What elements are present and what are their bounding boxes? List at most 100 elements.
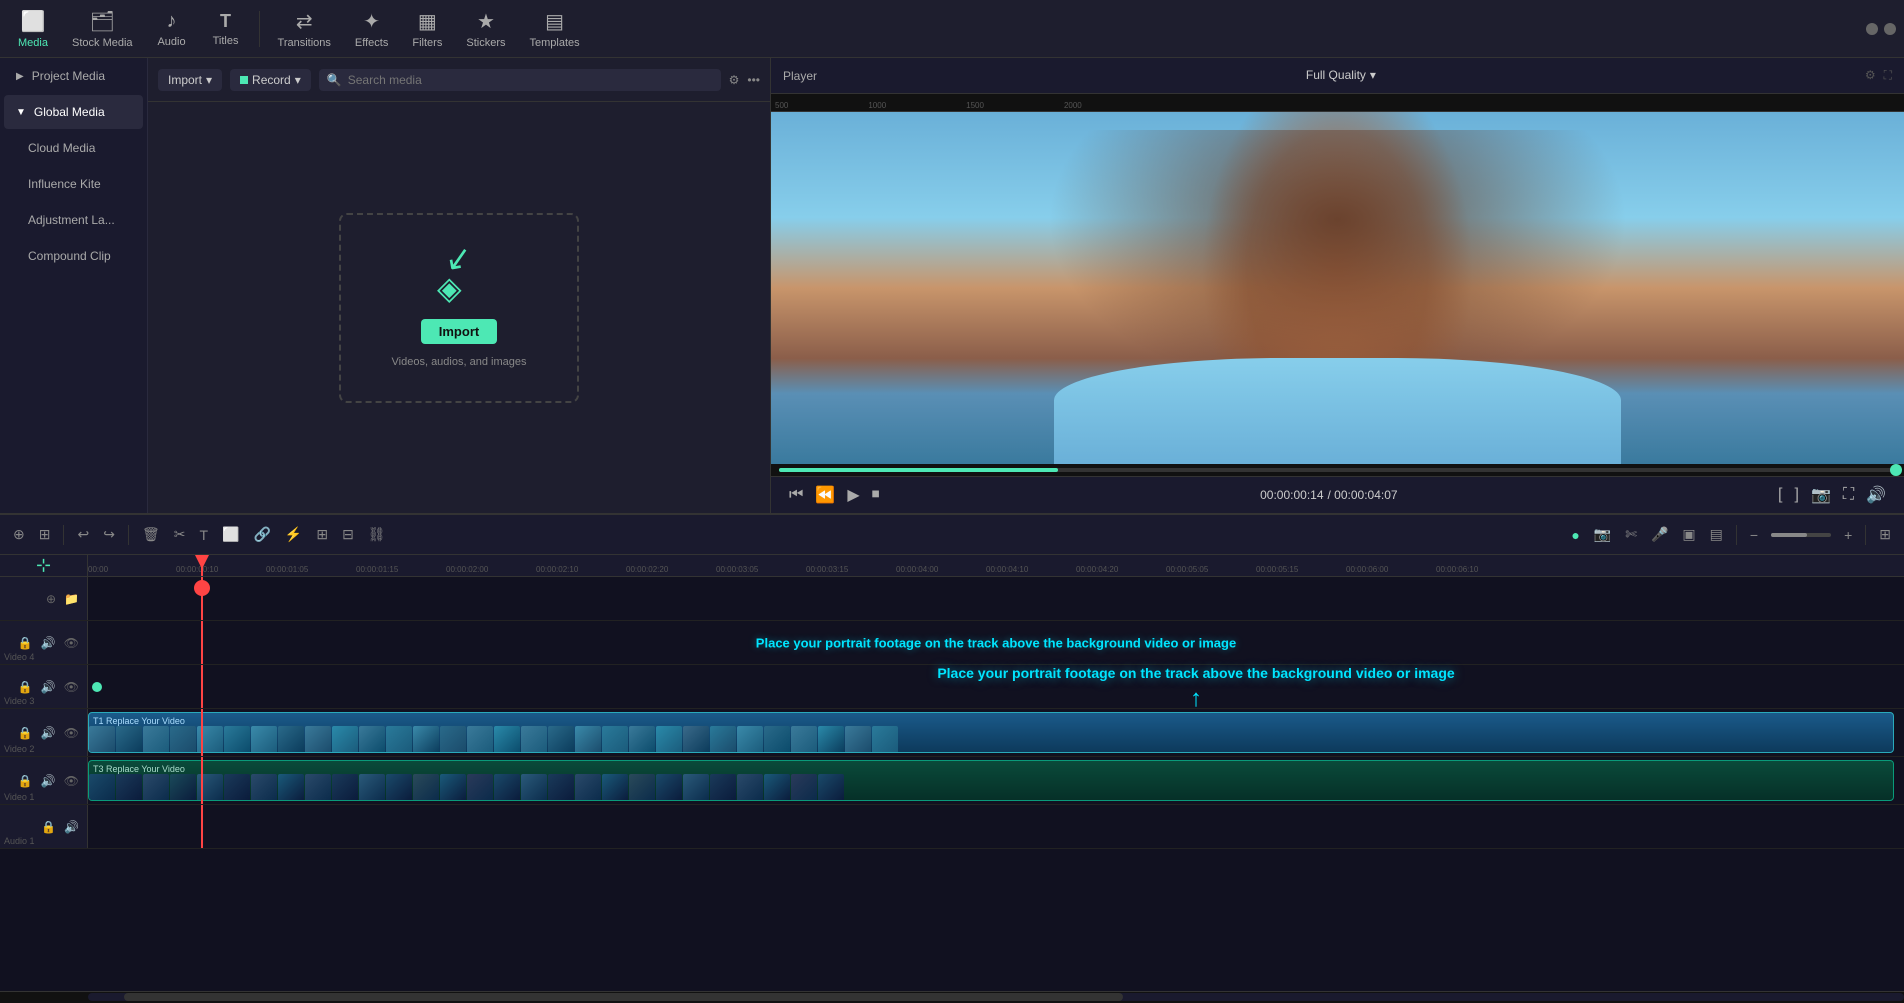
minimize-btn[interactable] [1866,23,1878,35]
track-lock4-icon[interactable]: 🔒 [16,772,35,790]
sidebar-item-global-media[interactable]: ▼ Global Media [4,95,143,129]
stop-button[interactable]: ⏹ [870,484,882,506]
fullscreen-button[interactable]: ⛶ [1841,484,1856,506]
templates-icon: ▤ [545,9,564,34]
track-audio2-icon[interactable]: 🔊 [39,678,58,696]
titles-icon: T [220,11,231,32]
timeline-mic-button[interactable]: 🎤 [1646,522,1673,547]
track-audio3-icon[interactable]: 🔊 [39,724,58,742]
dropdown-arrow-icon: ▾ [206,73,212,87]
timeline-grid-button[interactable]: ⊞ [1874,522,1896,547]
player-settings-icon[interactable]: ⚙ [1865,68,1876,83]
zoom-out-button[interactable]: − [1745,523,1763,547]
scrollbar-thumb[interactable] [124,993,1123,1001]
timeline-box-button[interactable]: ⬜ [217,522,244,547]
screenshot-button[interactable]: 📷 [1809,483,1833,507]
timeline-subtitle-button[interactable]: ▤ [1705,522,1728,547]
more-icon[interactable]: ••• [747,73,760,87]
transitions-icon: ⇄ [296,9,313,34]
ruler-mark: 00:00:05:05 [1166,565,1256,574]
track-lock3-icon[interactable]: 🔒 [16,724,35,742]
timeline-camera-button[interactable]: 📷 [1589,522,1616,547]
sidebar-item-adjustment-layer[interactable]: Adjustment La... [4,203,143,237]
track-audio5-icon[interactable]: 🔊 [62,818,81,836]
clip-start-button[interactable]: [ [1776,484,1784,506]
timeline-clip-button[interactable]: ✄ [1620,522,1642,547]
toolbar-transitions[interactable]: ⇄ Transitions [268,4,341,54]
snap-icon[interactable]: ⊹ [36,555,51,576]
timeline-redo-button[interactable]: ↪ [98,522,120,547]
timeline-chain-button[interactable]: ⛓ [363,522,391,547]
track-lock-icon[interactable]: 🔒 [16,634,35,652]
video-clip-2[interactable]: T1 Replace Your Video [88,712,1894,753]
zoom-slider[interactable] [1771,533,1831,537]
tl-divider4 [1865,525,1866,545]
import-main-button[interactable]: Import [421,319,497,344]
quality-selector[interactable]: Full Quality ▾ [1294,58,1388,94]
toolbar-effects[interactable]: ✦ Effects [345,4,398,54]
toolbar-titles[interactable]: T Titles [201,4,251,54]
timeline-section: ⊕ ⊞ ↩ ↪ 🗑 ✂ T ⬜ 🔗 ⚡ ⊞ ⊟ ⛓ ● 📷 ✄ 🎤 ▣ ▤ [0,513,1904,1003]
toolbar-templates[interactable]: ▤ Templates [519,4,589,54]
zoom-in-button[interactable]: + [1839,523,1857,547]
timeline-detach-button[interactable]: ⚡ [280,522,307,547]
timeline-add-track-button[interactable]: ⊕ [8,522,30,547]
timeline-track[interactable] [779,468,1896,472]
timeline-group-button[interactable]: ⊞ [311,522,333,547]
ruler-mark: 00:00:02:10 [536,565,626,574]
toolbar-stickers[interactable]: ★ Stickers [456,4,515,54]
toolbar-filters[interactable]: ▦ Filters [402,4,452,54]
ruler-mark: 00:00:05:15 [1256,565,1346,574]
sidebar-item-influence-kit[interactable]: Influence Kite [4,167,143,201]
track-content-video2: T1 Replace Your Video [88,709,1904,756]
timeline-cut-button[interactable]: ✂ [169,522,191,547]
timeline-render-button[interactable]: ● [1566,523,1584,547]
video-clip-1[interactable]: T3 Replace Your Video [88,760,1894,801]
timeline-pip-button[interactable]: ▣ [1677,522,1700,547]
timeline-text-button[interactable]: T [194,523,213,547]
track-eye-icon[interactable]: 👁 [62,634,81,652]
sidebar-item-project-media[interactable]: ▶ Project Media [4,59,143,93]
timeline-thumb[interactable] [1890,464,1902,476]
track-lock2-icon[interactable]: 🔒 [16,678,35,696]
track-content-video4: Place your portrait footage on the track… [88,621,1904,664]
track-eye2-icon[interactable]: 👁 [62,678,81,696]
maximize-btn[interactable] [1884,23,1896,35]
timeline-delete-button[interactable]: 🗑 [137,522,165,547]
record-button[interactable]: Record ▾ [230,69,311,91]
search-input[interactable] [348,73,713,87]
track-audio4-icon[interactable]: 🔊 [39,772,58,790]
filter-icon[interactable]: ⚙ [729,73,740,87]
sidebar-item-cloud-media[interactable]: Cloud Media [4,131,143,165]
play-button[interactable]: ▶ [845,483,861,507]
top-toolbar: ⬜ Media 🗂 Stock Media ♪ Audio T Titles ⇄… [0,0,1904,58]
timeline-ungroup-button[interactable]: ⊟ [337,522,359,547]
track-audio-icon[interactable]: 🔊 [39,634,58,652]
track-eye4-icon[interactable]: 👁 [62,772,81,790]
thumb-t [305,774,331,801]
import-button[interactable]: Import ▾ [158,69,222,91]
sidebar-item-compound-clip[interactable]: Compound Clip [4,239,143,273]
timeline-link-button[interactable]: 🔗 [248,522,275,547]
track-eye3-icon[interactable]: 👁 [62,724,81,742]
player-fullscreen-icon[interactable]: ⛶ [1884,68,1892,83]
toolbar-media[interactable]: ⬜ Media [8,4,58,54]
toolbar-stock-media[interactable]: 🗂 Stock Media [62,4,143,54]
add-track-icon[interactable]: ⊕ [44,590,58,608]
track-lock5-icon[interactable]: 🔒 [39,818,58,836]
thumb-t [116,774,142,801]
playback-timeline[interactable] [771,464,1904,476]
toolbar-divider1 [259,11,260,47]
chevron-down-icon: ▼ [16,107,26,118]
timeline-undo-button[interactable]: ↩ [72,522,94,547]
import-drop-zone[interactable]: ↙ ◈ Import Videos, audios, and images [339,213,579,403]
step-back-button[interactable]: ⏮ [787,484,805,506]
timeline-scrollbar[interactable] [0,991,1904,1003]
volume-button[interactable]: 🔊 [1864,483,1888,507]
clip-end-button[interactable]: ] [1792,484,1800,506]
track-folder-icon[interactable]: 📁 [62,590,81,608]
import-area: ↙ ◈ Import Videos, audios, and images [148,102,770,513]
timeline-magnet-button[interactable]: ⊞ [34,522,56,547]
toolbar-audio[interactable]: ♪ Audio [147,4,197,54]
frame-back-button[interactable]: ⏪ [813,483,837,507]
